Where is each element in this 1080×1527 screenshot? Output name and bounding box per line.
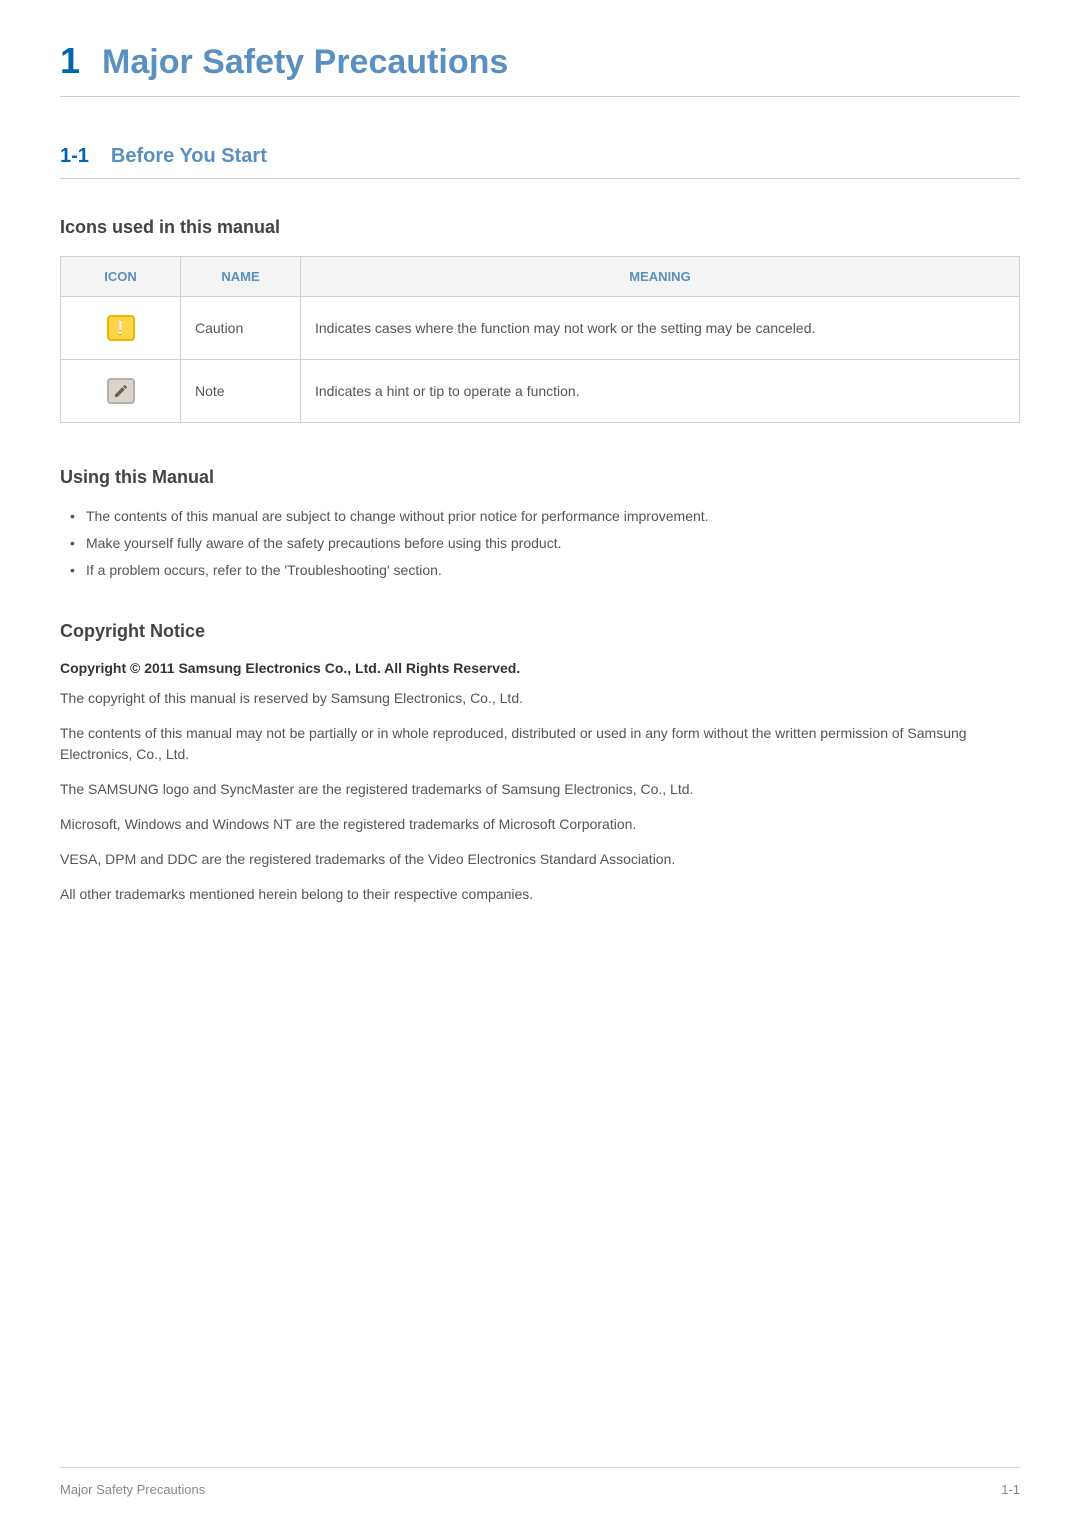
caution-icon: ! <box>107 315 135 341</box>
section-header: 1-1 Before You Start <box>60 145 1020 179</box>
table-row: Note Indicates a hint or tip to operate … <box>61 360 1020 423</box>
using-manual-list: The contents of this manual are subject … <box>60 506 1020 581</box>
list-item: The contents of this manual are subject … <box>60 506 1020 527</box>
footer-right: 1-1 <box>1001 1482 1020 1497</box>
table-header-icon: ICON <box>61 257 181 297</box>
list-item: If a problem occurs, refer to the 'Troub… <box>60 560 1020 581</box>
using-manual-heading: Using this Manual <box>60 467 1020 488</box>
pencil-icon <box>113 383 129 399</box>
section-number: 1-1 <box>60 145 89 168</box>
section-title: Before You Start <box>111 145 267 168</box>
icon-name-cell: Caution <box>181 297 301 360</box>
copyright-paragraph: The SAMSUNG logo and SyncMaster are the … <box>60 779 1020 800</box>
footer-left: Major Safety Precautions <box>60 1482 205 1497</box>
copyright-paragraph: VESA, DPM and DDC are the registered tra… <box>60 849 1020 870</box>
icons-heading: Icons used in this manual <box>60 217 1020 238</box>
icon-meaning-cell: Indicates a hint or tip to operate a fun… <box>301 360 1020 423</box>
note-icon <box>107 378 135 404</box>
list-item: Make yourself fully aware of the safety … <box>60 533 1020 554</box>
copyright-paragraph: All other trademarks mentioned herein be… <box>60 884 1020 905</box>
copyright-bold-line: Copyright © 2011 Samsung Electronics Co.… <box>60 660 1020 676</box>
exclamation-icon: ! <box>118 318 124 339</box>
copyright-paragraph: The contents of this manual may not be p… <box>60 723 1020 765</box>
icons-table: ICON NAME MEANING ! Caution Indicates ca… <box>60 256 1020 423</box>
page-footer: Major Safety Precautions 1-1 <box>60 1467 1020 1497</box>
copyright-paragraph: The copyright of this manual is reserved… <box>60 688 1020 709</box>
icon-name-cell: Note <box>181 360 301 423</box>
table-row: ! Caution Indicates cases where the func… <box>61 297 1020 360</box>
copyright-paragraph: Microsoft, Windows and Windows NT are th… <box>60 814 1020 835</box>
chapter-number: 1 <box>60 40 80 82</box>
table-header-meaning: MEANING <box>301 257 1020 297</box>
chapter-title: Major Safety Precautions <box>102 43 508 82</box>
icon-meaning-cell: Indicates cases where the function may n… <box>301 297 1020 360</box>
chapter-header: 1 Major Safety Precautions <box>60 40 1020 97</box>
table-header-name: NAME <box>181 257 301 297</box>
copyright-heading: Copyright Notice <box>60 621 1020 642</box>
